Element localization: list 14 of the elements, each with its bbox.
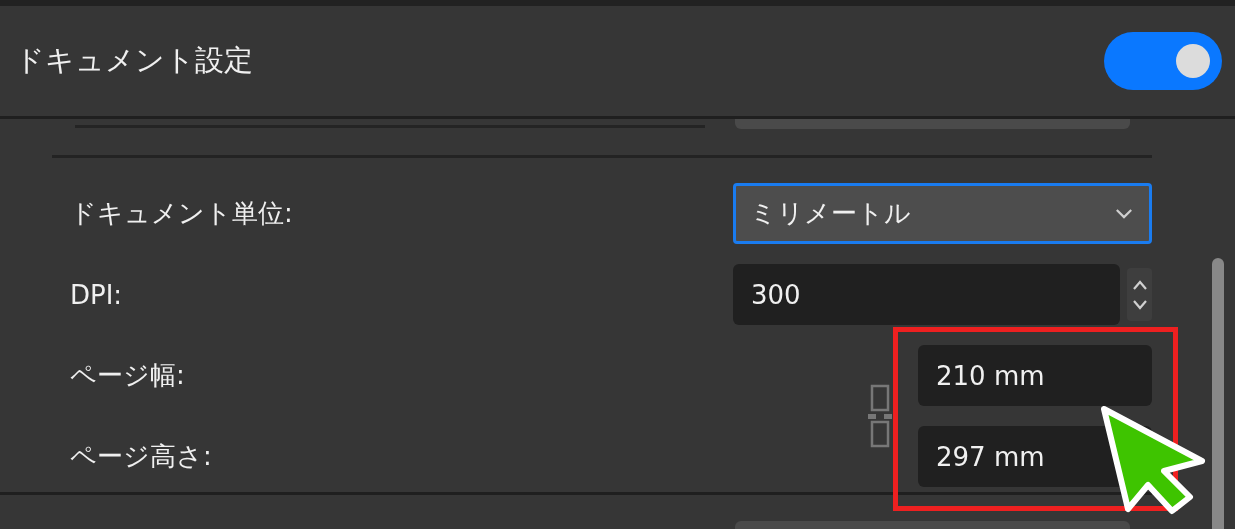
cursor-icon (1098, 405, 1208, 515)
field-label: DPI: (70, 279, 124, 310)
number-field[interactable]: 300 (733, 264, 1120, 325)
field-label: ページ幅: (70, 359, 186, 392)
chevron-down-icon (1115, 208, 1133, 219)
dimension-field[interactable]: 210 mm (918, 345, 1152, 406)
scrollbar[interactable] (1212, 258, 1224, 529)
field-label: ドキュメント単位: (70, 197, 294, 230)
field-label: ページ高さ: (70, 440, 213, 473)
dropdown[interactable]: ミリメートル (733, 183, 1152, 244)
panel-title: ドキュメント設定 (15, 42, 253, 79)
spinner-button[interactable] (1127, 268, 1152, 321)
link-icon[interactable] (868, 384, 892, 448)
toggle-switch[interactable] (1104, 32, 1222, 90)
